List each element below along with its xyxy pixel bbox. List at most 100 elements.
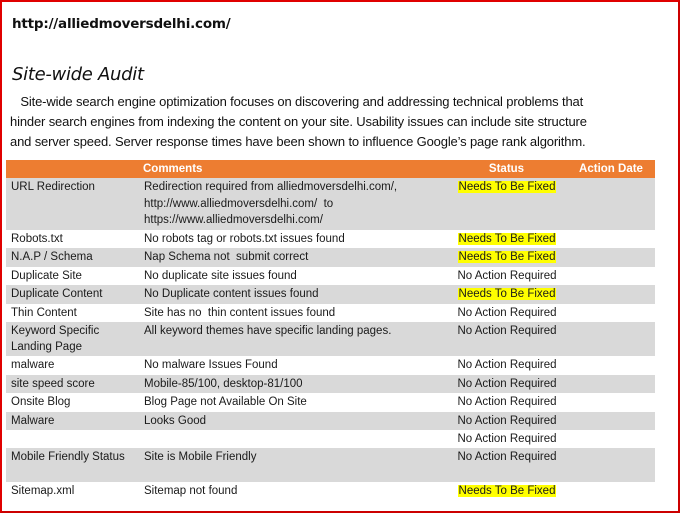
status-needs-fix-badge: Needs To Be Fixed <box>457 232 557 245</box>
table-row: N.A.P / Schema Nap Schema not submit corr… <box>6 248 655 267</box>
audit-comment: Site is Mobile Friendly <box>139 448 446 482</box>
audit-item: N.A.P / Schema <box>6 248 139 267</box>
status-no-action-text: No Action Required <box>457 451 557 463</box>
status-no-action-text: No Action Required <box>457 433 557 445</box>
audit-item: Thin Content <box>6 303 139 322</box>
status-no-action-text: No Action Required <box>457 359 557 371</box>
audit-action-date <box>567 430 655 448</box>
audit-status: Needs To Be Fixed <box>446 178 567 230</box>
audit-action-date <box>567 411 655 430</box>
comment-line: No Duplicate content issues found <box>144 288 319 300</box>
status-needs-fix-badge: Needs To Be Fixed <box>457 288 557 300</box>
audit-action-date <box>567 374 655 393</box>
table-row: site speed score Mobile-85/100, desktop-8… <box>6 374 655 393</box>
comment-line: Site has no thin content issues found <box>144 306 336 319</box>
audit-page: http://alliedmoversdelhi.com/ Site-wide … <box>0 0 680 513</box>
table-row: No Action Required <box>6 430 655 448</box>
audit-status: No Action Required <box>446 374 567 393</box>
audit-comment <box>139 430 446 448</box>
comment-line: Blog Page not Available On Site <box>144 396 307 408</box>
audit-item: Onsite Blog <box>6 393 139 412</box>
audit-item: site speed score <box>6 374 139 393</box>
comment-line: Site is Mobile Friendly <box>144 451 257 463</box>
audit-action-date <box>567 448 655 482</box>
audit-item: Malware <box>6 411 139 430</box>
audit-item: Mobile Friendly Status <box>6 448 139 482</box>
comment-line: https://www.alliedmoversdelhi.com/ <box>144 214 323 226</box>
comment-line: Mobile-85/100, desktop-81/100 <box>144 377 303 390</box>
status-needs-fix-badge: Needs To Be Fixed <box>457 485 557 497</box>
site-url: http://alliedmoversdelhi.com/ <box>12 16 231 32</box>
audit-comment: Looks Good <box>139 411 446 430</box>
comment-line: All keyword themes have specific landing… <box>144 325 392 337</box>
audit-comment: Nap Schema not submit correct <box>139 248 446 267</box>
audit-action-date <box>567 356 655 375</box>
audit-status: No Action Required <box>446 430 567 448</box>
status-no-action-text: No Action Required <box>457 377 557 390</box>
audit-action-date <box>567 248 655 267</box>
column-header-item <box>6 160 139 178</box>
column-header-comments: Comments <box>139 160 446 178</box>
audit-action-date <box>567 229 655 248</box>
table-row: Mobile Friendly Status Site is Mobile Fri… <box>6 448 655 482</box>
audit-item: Keyword Specific Landing Page <box>6 322 139 356</box>
comment-line: Nap Schema not submit correct <box>144 251 309 263</box>
status-no-action-text: No Action Required <box>457 306 557 319</box>
audit-status: No Action Required <box>446 266 567 285</box>
audit-status: No Action Required <box>446 448 567 482</box>
intro-line: and server speed. Server response times … <box>10 134 586 149</box>
comment-line: No robots tag or robots.txt issues found <box>144 232 345 245</box>
audit-table: Comments Status Action Date URL Redirect… <box>6 160 655 501</box>
column-header-status: Status <box>446 160 567 178</box>
audit-status: Needs To Be Fixed <box>446 482 567 501</box>
audit-item: Duplicate Site <box>6 266 139 285</box>
audit-comment: Blog Page not Available On Site <box>139 393 446 412</box>
status-no-action-text: No Action Required <box>457 396 557 408</box>
audit-comment: No malware Issues Found <box>139 356 446 375</box>
audit-item: malware <box>6 356 139 375</box>
audit-status: No Action Required <box>446 411 567 430</box>
comment-line: http://www.alliedmoversdelhi.com/ to <box>144 197 334 210</box>
table-row: Keyword Specific Landing Page All keyword… <box>6 322 655 356</box>
audit-comment: Mobile-85/100, desktop-81/100 <box>139 374 446 393</box>
audit-action-date <box>567 303 655 322</box>
audit-item: Duplicate Content <box>6 285 139 304</box>
audit-comment: Redirection required from alliedmoversde… <box>139 178 446 230</box>
column-header-action-date: Action Date <box>567 160 655 178</box>
table-row: URL Redirection Redirection required from… <box>6 178 655 230</box>
table-row: Robots.txt No robots tag or robots.txt is… <box>6 229 655 248</box>
section-title: Site-wide Audit <box>12 64 144 85</box>
audit-comment: Sitemap not found <box>139 482 446 501</box>
status-no-action-text: No Action Required <box>457 325 557 337</box>
comment-line: Looks Good <box>144 414 207 427</box>
audit-status: Needs To Be Fixed <box>446 248 567 267</box>
audit-action-date <box>567 482 655 501</box>
comment-line: No duplicate site issues found <box>144 269 297 282</box>
status-no-action-text: No Action Required <box>457 414 557 427</box>
table-header-row: Comments Status Action Date <box>6 160 655 178</box>
audit-action-date <box>567 285 655 304</box>
status-needs-fix-badge: Needs To Be Fixed <box>457 251 557 263</box>
audit-action-date <box>567 266 655 285</box>
audit-table-body: URL Redirection Redirection required from… <box>6 178 655 501</box>
status-no-action-text: No Action Required <box>457 269 557 282</box>
status-needs-fix-badge: Needs To Be Fixed <box>457 181 557 193</box>
audit-status: Needs To Be Fixed <box>446 285 567 304</box>
audit-status: No Action Required <box>446 303 567 322</box>
audit-comment: All keyword themes have specific landing… <box>139 322 446 356</box>
comment-line: Sitemap not found <box>144 485 238 497</box>
audit-action-date <box>567 322 655 356</box>
table-row: Malware Looks Good No Action Required <box>6 411 655 430</box>
audit-status: No Action Required <box>446 356 567 375</box>
intro-paragraph: Site-wide search engine optimization foc… <box>10 92 670 152</box>
audit-action-date <box>567 393 655 412</box>
audit-comment: No Duplicate content issues found <box>139 285 446 304</box>
audit-comment: No duplicate site issues found <box>139 266 446 285</box>
audit-item: Sitemap.xml <box>6 482 139 501</box>
audit-status: No Action Required <box>446 322 567 356</box>
comment-line: No malware Issues Found <box>144 359 278 371</box>
table-row: Sitemap.xml Sitemap not found Needs To Be … <box>6 482 655 501</box>
table-row: Thin Content Site has no thin content iss… <box>6 303 655 322</box>
table-row: Onsite Blog Blog Page not Available On Si… <box>6 393 655 412</box>
table-row: Duplicate Content No Duplicate content is… <box>6 285 655 304</box>
